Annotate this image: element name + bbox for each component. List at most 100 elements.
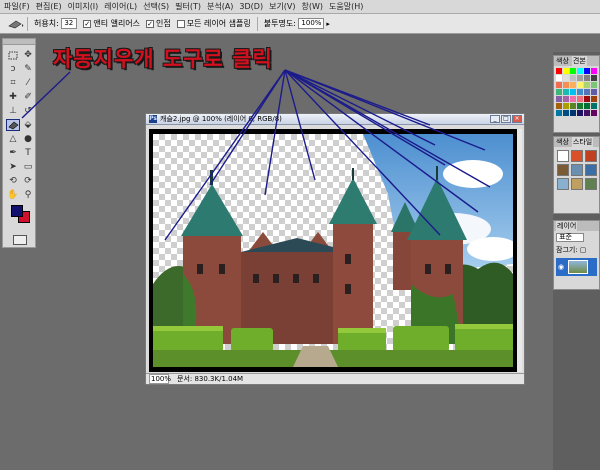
menu-item-1[interactable]: 편집(E): [36, 1, 62, 12]
swatch-cell[interactable]: [563, 75, 569, 81]
swatch-cell[interactable]: [563, 68, 569, 74]
move-icon[interactable]: ✥: [21, 49, 35, 61]
tab-color-2[interactable]: 색상: [556, 137, 569, 147]
swatch-cell[interactable]: [577, 68, 583, 74]
swatch-cell[interactable]: [591, 68, 597, 74]
vertical-scrollbar[interactable]: [517, 129, 522, 372]
blur-icon[interactable]: △: [6, 133, 20, 145]
swatch-cell[interactable]: [577, 96, 583, 102]
minimize-button[interactable]: _: [490, 115, 500, 123]
menu-item-3[interactable]: 레이어(L): [104, 1, 137, 12]
swatch-cell[interactable]: [591, 110, 597, 116]
swatch-cell[interactable]: [577, 110, 583, 116]
antialias-checkbox[interactable]: ✓ 앤티 앨리어스: [83, 18, 140, 29]
type-icon[interactable]: T: [21, 147, 35, 159]
toolbox-header[interactable]: [3, 39, 35, 45]
swatch-cell[interactable]: [591, 75, 597, 81]
eyedropper-icon[interactable]: ⁄: [21, 77, 35, 89]
swatch-cell[interactable]: [556, 96, 562, 102]
zoom-icon[interactable]: ⚲: [21, 189, 35, 201]
swatch-cell[interactable]: [577, 89, 583, 95]
menu-item-5[interactable]: 필터(T): [175, 1, 201, 12]
menu-item-0[interactable]: 파일(F): [4, 1, 30, 12]
swatch-cell[interactable]: [556, 89, 562, 95]
style-cell[interactable]: [571, 178, 583, 190]
swatch-cell[interactable]: [591, 96, 597, 102]
swatch-cell[interactable]: [570, 96, 576, 102]
style-cell[interactable]: [571, 164, 583, 176]
swatch-cell[interactable]: [584, 75, 590, 81]
swatch-cell[interactable]: [570, 68, 576, 74]
swatch-cell[interactable]: [556, 110, 562, 116]
opacity-arrow-icon[interactable]: ▸: [326, 20, 330, 28]
swatch-cell[interactable]: [591, 103, 597, 109]
swatch-cell[interactable]: [570, 82, 576, 88]
menu-item-6[interactable]: 분석(A): [207, 1, 233, 12]
swatch-cell[interactable]: [584, 82, 590, 88]
image-canvas[interactable]: [149, 129, 517, 372]
style-cell[interactable]: [585, 150, 597, 162]
sample-all-layers-checkbox[interactable]: 모든 레이어 샘플링: [176, 18, 251, 29]
close-button[interactable]: ×: [512, 115, 522, 123]
style-cell[interactable]: [557, 150, 569, 162]
swatch-cell[interactable]: [556, 82, 562, 88]
tab-swatches[interactable]: 견본: [571, 56, 587, 66]
tool-preset-picker[interactable]: [6, 16, 28, 31]
swatch-cell[interactable]: [591, 82, 597, 88]
healing-brush-icon[interactable]: ✚: [6, 91, 20, 103]
swatch-cell[interactable]: [577, 82, 583, 88]
marquee-icon[interactable]: [6, 49, 20, 61]
menu-item-10[interactable]: 도움말(H): [329, 1, 363, 12]
menu-item-8[interactable]: 보기(V): [269, 1, 295, 12]
style-cell[interactable]: [557, 178, 569, 190]
menu-item-9[interactable]: 창(W): [302, 1, 324, 12]
dodge-icon[interactable]: ●: [21, 133, 35, 145]
swatch-cell[interactable]: [570, 75, 576, 81]
tolerance-input[interactable]: 32: [61, 18, 78, 29]
swatch-cell[interactable]: [584, 96, 590, 102]
document-titlebar[interactable]: Ps 캐슬2.jpg @ 100% (레이어 0, RGB/8) _ □ ×: [146, 114, 524, 125]
zoom-field[interactable]: 100%: [149, 374, 171, 384]
style-cell[interactable]: [585, 178, 597, 190]
brush-icon[interactable]: ✐: [21, 91, 35, 103]
magic-eraser-tool-icon[interactable]: [6, 119, 20, 131]
swatch-cell[interactable]: [577, 75, 583, 81]
swatch-cell[interactable]: [591, 89, 597, 95]
tab-styles[interactable]: 스타일: [571, 137, 594, 147]
swatch-cell[interactable]: [584, 103, 590, 109]
style-cell[interactable]: [557, 164, 569, 176]
swatch-cell[interactable]: [584, 110, 590, 116]
swatch-cell[interactable]: [570, 103, 576, 109]
quick-mask-button[interactable]: [13, 235, 27, 245]
menu-item-4[interactable]: 선택(S): [143, 1, 169, 12]
foreground-color-swatch[interactable]: [11, 205, 23, 217]
menu-item-7[interactable]: 3D(D): [239, 2, 263, 11]
tab-color[interactable]: 색상: [556, 56, 569, 66]
swatch-cell[interactable]: [584, 89, 590, 95]
swatch-cell[interactable]: [584, 68, 590, 74]
swatch-cell[interactable]: [556, 68, 562, 74]
swatch-cell[interactable]: [563, 82, 569, 88]
paint-bucket-icon[interactable]: ⬙: [21, 119, 35, 131]
swatch-cell[interactable]: [570, 89, 576, 95]
blend-mode-select[interactable]: 표준: [556, 233, 584, 242]
swatch-cell[interactable]: [563, 103, 569, 109]
swatch-cell[interactable]: [563, 96, 569, 102]
opacity-input[interactable]: 100%: [298, 18, 325, 29]
path-select-icon[interactable]: ➤: [6, 161, 20, 173]
pen-icon[interactable]: ✒: [6, 147, 20, 159]
lasso-icon[interactable]: ↄ: [6, 63, 20, 75]
hand-icon[interactable]: ✋: [6, 189, 20, 201]
3d-rotate-icon[interactable]: ⟲: [6, 175, 20, 187]
contiguous-checkbox[interactable]: ✓ 인접: [146, 18, 171, 29]
style-cell[interactable]: [571, 150, 583, 162]
menu-item-2[interactable]: 이미지(I): [68, 1, 99, 12]
layer-row[interactable]: ◉: [556, 258, 597, 276]
style-cell[interactable]: [585, 164, 597, 176]
swatch-cell[interactable]: [556, 103, 562, 109]
swatch-cell[interactable]: [556, 75, 562, 81]
3d-camera-icon[interactable]: ⟳: [21, 175, 35, 187]
quick-select-icon[interactable]: ✎: [21, 63, 35, 75]
swatch-cell[interactable]: [563, 89, 569, 95]
maximize-button[interactable]: □: [501, 115, 511, 123]
